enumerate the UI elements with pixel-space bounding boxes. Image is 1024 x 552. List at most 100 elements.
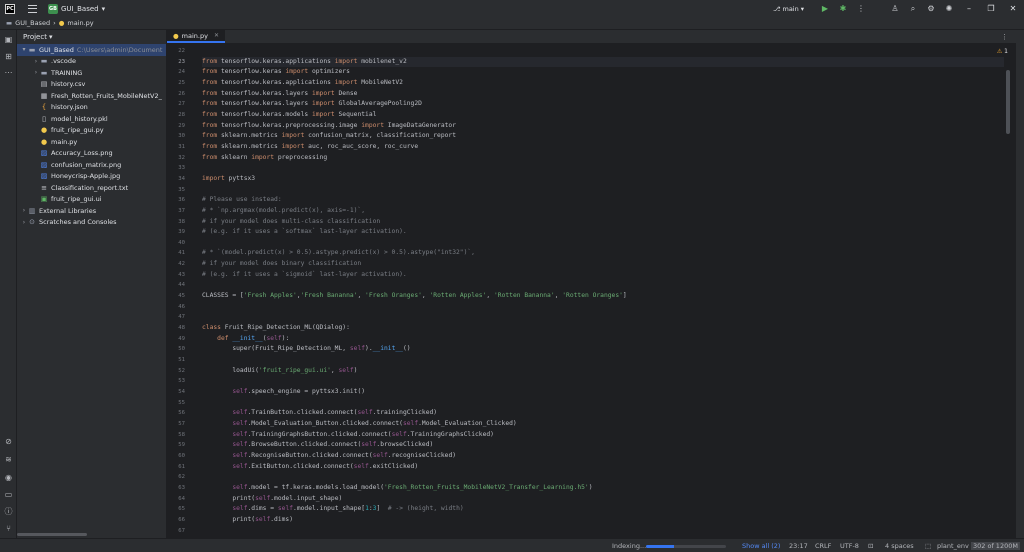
problems-icon[interactable]: ⓘ [4,507,13,516]
code-line[interactable] [202,376,1004,387]
tree-file[interactable]: ▦ Fresh_Rotten_Fruits_MobileNetV2_ [17,90,166,102]
tree-file[interactable]: ▯ model_history.pkl [17,113,166,125]
code-line[interactable]: # Please use instead: [202,195,1004,206]
code-line[interactable] [202,472,1004,483]
more-tools-icon[interactable]: ⋯ [4,68,13,77]
code-line[interactable]: CLASSES = ['Fresh Apples','Fresh Bananna… [202,291,1004,302]
close-icon[interactable]: ✕ [1002,4,1024,13]
code-line[interactable]: self.Model_Evaluation_Button.clicked.con… [202,419,1004,430]
external-libraries[interactable]: › ▥ External Libraries [17,205,166,217]
layers-icon[interactable]: ≋ [4,455,13,464]
code-line[interactable]: # * `np.argmax(model.predict(x), axis=-1… [202,206,1004,217]
tree-file[interactable]: ▨ Honeycrisp-Apple.jpg [17,171,166,183]
code-line[interactable]: from tensorflow.keras.applications impor… [202,78,1004,89]
code-line[interactable] [202,312,1004,323]
code-line[interactable] [202,163,1004,174]
branch-selector[interactable]: ⎇ main ▾ [773,5,804,13]
code-line[interactable]: self.TrainingGraphsButton.clicked.connec… [202,430,1004,441]
code-line[interactable]: from tensorflow.keras.applications impor… [202,56,1004,68]
code-line[interactable]: # (e.g. if it uses a `softmax` last-laye… [202,227,1004,238]
code-line[interactable]: self.RecogniseButton.clicked.connect(sel… [202,451,1004,462]
tree-root[interactable]: ▾ ▬ GUI_Based C:\Users\admin\Document [17,44,166,56]
code-line[interactable]: from sklearn.metrics import confusion_ma… [202,131,1004,142]
scratches-and-consoles[interactable]: › ⊙ Scratches and Consoles [17,217,166,229]
code-line[interactable] [202,280,1004,291]
code-lines[interactable]: from tensorflow.keras.applications impor… [202,46,1004,536]
indexing-status[interactable]: Indexing... [612,542,646,550]
code-line[interactable]: self.model = tf.keras.models.load_model(… [202,483,1004,494]
breadcrumb-file[interactable]: main.py [67,19,93,27]
account-icon[interactable]: ♙ [886,4,904,13]
code-line[interactable]: from tensorflow.keras.preprocessing.imag… [202,121,1004,132]
code-line[interactable] [202,302,1004,313]
code-line[interactable]: # * `(model.predict(x) > 0.5).astype.pre… [202,248,1004,259]
code-line[interactable]: self.TrainButton.clicked.connect(self.tr… [202,408,1004,419]
readonly-icon[interactable]: ⊡ [868,542,873,550]
show-all-link[interactable]: Show all (2) [742,542,780,550]
code-line[interactable]: print(self.model.input_shape) [202,494,1004,505]
code-line[interactable] [202,355,1004,366]
tree-folder[interactable]: › ▬ TRAINING [17,67,166,79]
code-line[interactable]: from tensorflow.keras.layers import Glob… [202,99,1004,110]
project-switcher[interactable]: GB GUI_Based ▾ [48,3,105,14]
breadcrumb-project[interactable]: GUI_Based [15,19,50,27]
project-tool-icon[interactable]: ▣ [4,35,13,44]
code-line[interactable] [202,185,1004,196]
caret-position[interactable]: 23:17 [789,542,808,550]
indent-setting[interactable]: 4 spaces [885,542,914,550]
more-tabs-icon[interactable]: ⋮ [1001,33,1008,41]
code-line[interactable] [202,398,1004,409]
code-line[interactable]: from sklearn import preprocessing [202,153,1004,164]
code-line[interactable]: # (e.g. if it uses a `sigmoid` last-laye… [202,270,1004,281]
memory-indicator[interactable]: 302 of 1200M [971,542,1020,550]
tree-file[interactable]: ▣ fruit_ripe_gui.ui [17,194,166,206]
code-line[interactable]: def __init__(self): [202,334,1004,345]
tree-file[interactable]: ▨ Accuracy_Loss.png [17,148,166,160]
code-line[interactable]: from tensorflow.keras.layers import Dens… [202,89,1004,100]
code-line[interactable]: from tensorflow.keras import optimizers [202,67,1004,78]
code-line[interactable]: from tensorflow.keras.models import Sequ… [202,110,1004,121]
restore-icon[interactable]: ❐ [980,4,1002,13]
services-icon[interactable]: ◉ [4,473,13,482]
ai-assistant-icon[interactable]: ✺ [940,4,958,13]
code-line[interactable]: from sklearn.metrics import auc, roc_auc… [202,142,1004,153]
close-tab-icon[interactable]: ✕ [214,32,219,39]
code-line[interactable]: self.BrowseButton.clicked.connect(self.b… [202,440,1004,451]
git-icon[interactable]: ⑂ [4,524,13,533]
code-line[interactable]: print(self.dims) [202,515,1004,526]
tree-file[interactable]: ▨ confusion_matrix.png [17,159,166,171]
tree-file[interactable]: ≡ Classification_report.txt [17,182,166,194]
code-line[interactable]: super(Fruit_Ripe_Detection_ML, self).__i… [202,344,1004,355]
tree-file[interactable]: ▤ history.csv [17,79,166,91]
terminal-icon[interactable]: ▭ [4,490,13,499]
code-line[interactable]: loadUi('fruit_ripe_gui.ui', self) [202,366,1004,377]
minimize-icon[interactable]: – [958,4,980,13]
python-packages-icon[interactable]: ⊘ [4,437,13,446]
code-line[interactable]: import pyttsx3 [202,174,1004,185]
code-line[interactable]: class Fruit_Ripe_Detection_ML(QDialog): [202,323,1004,334]
settings-icon[interactable]: ⚙ [922,4,940,13]
structure-tool-icon[interactable]: ⊞ [4,52,13,61]
code-line[interactable] [202,526,1004,537]
code-line[interactable]: # if your model does multi-class classif… [202,217,1004,228]
more-actions-icon[interactable]: ⋮ [852,4,870,13]
tree-folder[interactable]: › ▬ .vscode [17,56,166,68]
debug-icon[interactable]: ✱ [834,4,852,13]
code-area[interactable]: 22 23 24 25 26 27 28 29 30 31 32 33 34 35 36 37 38 39 40 41… [167,46,1024,538]
code-line[interactable]: self.ExitButton.clicked.connect(self.exi… [202,462,1004,473]
code-line[interactable]: self.dims = self.model.input_shape[1:3] … [202,504,1004,515]
tree-file[interactable]: ● fruit_ripe_gui.py [17,125,166,137]
project-panel-header[interactable]: Project ▾ [17,30,166,44]
main-menu-icon[interactable] [28,4,37,13]
line-ending[interactable]: CRLF [815,542,831,550]
code-line[interactable] [202,46,1004,57]
python-interpreter[interactable]: plant_env [937,542,969,550]
file-encoding[interactable]: UTF-8 [840,542,859,550]
code-line[interactable]: # if your model does binary classificati… [202,259,1004,270]
run-icon[interactable]: ▶ [816,4,834,13]
search-icon[interactable]: ⌕ [904,4,922,14]
tab-main-py[interactable]: ● main.py ✕ [167,30,225,43]
code-line[interactable]: self.speech_engine = pyttsx3.init() [202,387,1004,398]
tree-file[interactable]: {history.json [17,102,166,114]
tree-file[interactable]: ● main.py [17,136,166,148]
